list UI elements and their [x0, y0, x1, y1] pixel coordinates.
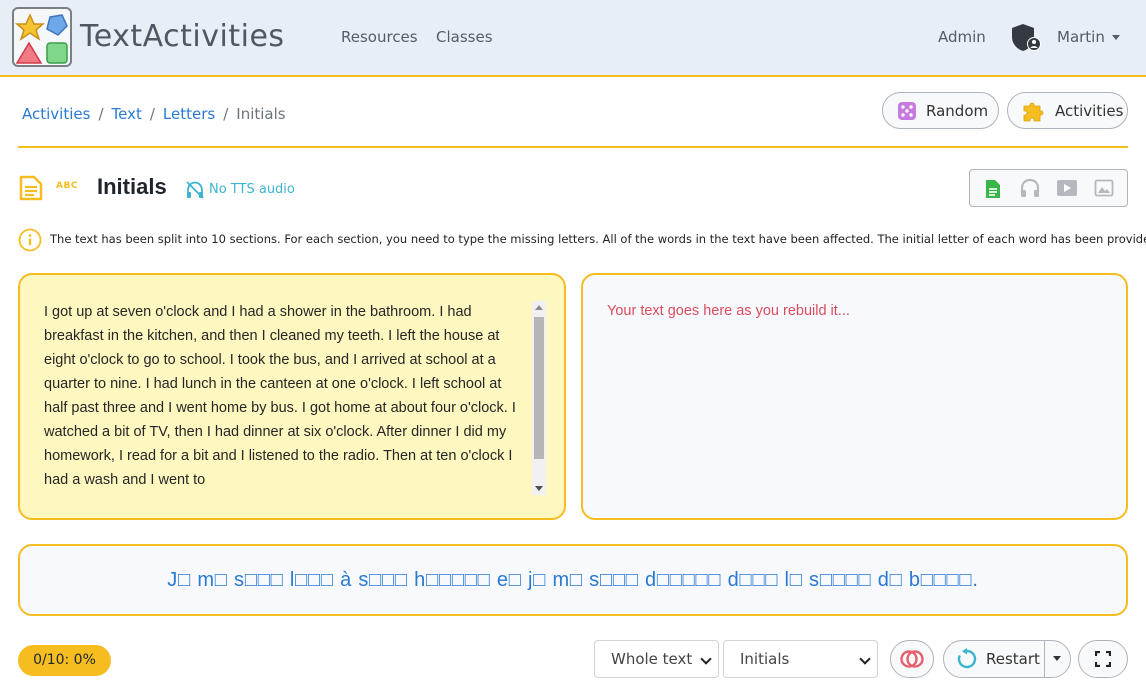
breadcrumb: Activities / Text / Letters / Initials: [22, 105, 286, 123]
headphones-icon[interactable]: [1019, 178, 1041, 198]
random-button[interactable]: Random: [882, 92, 999, 129]
rings-icon: [900, 650, 924, 668]
breadcrumb-text[interactable]: Text: [112, 105, 142, 123]
video-icon[interactable]: [1056, 179, 1078, 197]
info-icon: [18, 228, 42, 252]
puzzle-icon: [1023, 102, 1044, 121]
page-title: Initials: [97, 174, 167, 199]
scroll-up-icon[interactable]: [535, 305, 543, 310]
activity-header: ABC Initials No TTS audio: [18, 172, 718, 206]
chevron-down-icon: [1111, 35, 1120, 40]
fullscreen-icon: [1095, 651, 1111, 667]
mode-select-value: Initials: [740, 650, 790, 668]
nav-resources[interactable]: Resources: [341, 28, 418, 46]
restart-options-toggle[interactable]: [1044, 641, 1071, 677]
fullscreen-button[interactable]: [1078, 640, 1128, 678]
score-badge: 0/10: 0%: [18, 645, 111, 676]
tts-status: No TTS audio: [209, 182, 295, 197]
restart-icon: [957, 648, 977, 669]
rebuild-placeholder: Your text goes here as you rebuild it...: [607, 303, 850, 319]
restart-button-group: Restart: [943, 640, 1071, 678]
image-icon[interactable]: [1094, 179, 1114, 197]
header-divider: [18, 146, 1128, 148]
restart-label: Restart: [986, 650, 1040, 668]
chevron-down-icon: [700, 653, 712, 665]
chevron-down-icon: [1053, 656, 1061, 661]
dice-icon: [898, 101, 916, 120]
masked-section-text: J□ m□ s□□□ l□□□ à s□□□ h□□□□□ e□ j□ m□ s…: [167, 569, 979, 591]
scope-select-value: Whole text: [611, 650, 693, 668]
text-doc-icon[interactable]: [984, 179, 1002, 199]
brand-name[interactable]: TextActivities: [80, 19, 285, 54]
source-text-panel: I got up at seven o'clock and I had a sh…: [18, 273, 566, 520]
rebuild-panel[interactable]: Your text goes here as you rebuild it...: [581, 273, 1128, 520]
source-text: I got up at seven o'clock and I had a sh…: [44, 304, 516, 488]
breadcrumb-letters[interactable]: Letters: [163, 105, 215, 123]
source-scrollbar[interactable]: [532, 301, 546, 495]
random-label: Random: [926, 101, 989, 120]
nav-admin[interactable]: Admin: [938, 28, 986, 46]
user-name: Martin: [1057, 28, 1105, 46]
navbar: TextActivities Resources Classes Admin M…: [0, 0, 1146, 77]
mode-select[interactable]: Initials: [723, 640, 878, 678]
breadcrumb-current: Initials: [236, 105, 286, 123]
nav-classes[interactable]: Classes: [436, 28, 493, 46]
chevron-down-icon: [859, 653, 871, 665]
app-logo-icon[interactable]: [12, 7, 72, 67]
abc-badge: ABC: [56, 181, 78, 191]
activities-label: Activities: [1055, 101, 1124, 120]
user-menu[interactable]: Martin: [1057, 28, 1120, 46]
media-toolbar: [969, 169, 1128, 207]
instructions-text: The text has been split into 10 sections…: [50, 232, 1146, 246]
document-icon: [19, 175, 43, 201]
breadcrumb-activities[interactable]: Activities: [22, 105, 90, 123]
scroll-thumb[interactable]: [534, 317, 544, 459]
current-section-panel[interactable]: J□ m□ s□□□ l□□□ à s□□□ h□□□□□ e□ j□ m□ s…: [18, 544, 1128, 616]
scroll-down-icon[interactable]: [535, 486, 543, 491]
activities-button[interactable]: Activities: [1007, 92, 1128, 129]
lifebuoy-button[interactable]: [890, 640, 934, 678]
restart-button[interactable]: Restart: [944, 641, 1044, 677]
scope-select[interactable]: Whole text: [594, 640, 719, 678]
no-audio-icon: [186, 181, 204, 199]
user-shield-icon: [1012, 24, 1041, 51]
